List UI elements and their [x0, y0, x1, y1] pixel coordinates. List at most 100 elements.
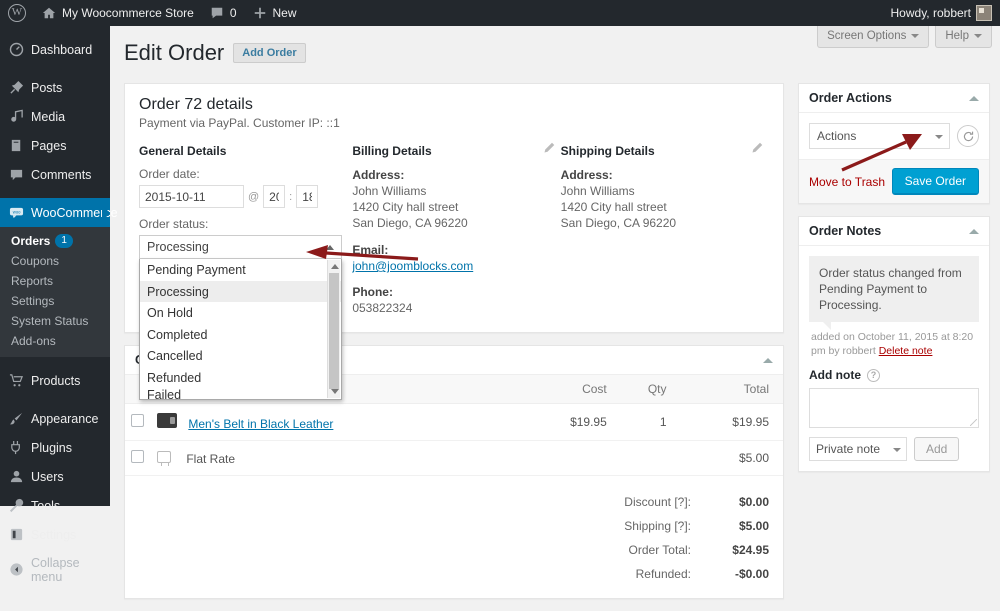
admin-bar: My Woocommerce Store 0 New Howdy, robber…: [0, 0, 1000, 26]
sidebar-item-settings-main[interactable]: Settings: [0, 520, 110, 549]
comments-menu[interactable]: 0: [202, 0, 245, 26]
sidebar-label: Settings: [31, 527, 77, 542]
scroll-down-arrow-icon[interactable]: [331, 389, 339, 394]
sidebar-item-dashboard[interactable]: Dashboard: [0, 35, 110, 64]
add-note-textarea[interactable]: [809, 388, 979, 428]
save-order-button[interactable]: Save Order: [891, 168, 979, 195]
panel-toggle-icon[interactable]: [763, 357, 773, 363]
billing-email-link[interactable]: john@joomblocks.com: [352, 259, 473, 273]
order-totals-table: Discount [?]: $0.00 Shipping [?]: $5.00 …: [624, 490, 769, 586]
collapse-menu-button[interactable]: Collapse menu: [0, 555, 110, 584]
side-column: Order Actions Actions Move to Trash Save…: [798, 83, 990, 484]
sidebar-item-system-status[interactable]: System Status: [0, 311, 110, 331]
billing-city: San Diego, CA 96220: [352, 216, 468, 230]
sidebar-label: Comments: [31, 167, 92, 182]
panel-toggle-icon[interactable]: [969, 228, 979, 234]
product-name-link[interactable]: Men's Belt in Black Leather: [188, 417, 333, 431]
wp-logo-menu[interactable]: [0, 0, 34, 26]
billing-name: John Williams: [352, 184, 427, 198]
order-actions-panel: Order Actions Actions Move to Trash Save…: [798, 83, 990, 204]
status-option-failed[interactable]: Failed: [140, 388, 341, 399]
pencil-icon[interactable]: [543, 142, 555, 157]
order-status-select[interactable]: Processing: [139, 235, 342, 259]
help-button[interactable]: Help: [935, 26, 992, 48]
scroll-up-arrow-icon[interactable]: [331, 264, 339, 269]
sidebar-item-pages[interactable]: Pages: [0, 131, 110, 160]
order-actions-select[interactable]: Actions: [809, 123, 950, 149]
sidebar-item-woocommerce[interactable]: woo WooCommerce: [0, 198, 118, 227]
delete-note-link[interactable]: Delete note: [879, 345, 933, 357]
sidebar-label: Products: [31, 373, 81, 388]
main-content-area: Screen Options Help Edit Order Add Order…: [110, 26, 1000, 599]
page-icon: [9, 138, 24, 153]
order-date-row: @ :: [139, 185, 352, 208]
add-note-label: Add note: [809, 368, 861, 382]
status-option-pending-payment[interactable]: Pending Payment: [140, 259, 341, 281]
add-note-button[interactable]: Add: [914, 437, 960, 461]
row-checkbox[interactable]: [131, 450, 144, 463]
my-account-menu[interactable]: Howdy, robbert: [883, 0, 1000, 26]
panel-toggle-icon[interactable]: [969, 95, 979, 101]
sidebar-item-reports[interactable]: Reports: [0, 271, 110, 291]
time-separator: :: [289, 190, 293, 203]
sidebar-item-orders[interactable]: Orders 1: [0, 231, 110, 251]
order-status-select-wrapper: Processing Pending Payment Processing On…: [139, 235, 342, 400]
order-minute-input[interactable]: [296, 185, 319, 208]
avatar: [976, 5, 992, 21]
refunded-label: Refunded:: [635, 567, 691, 581]
at-symbol: @: [248, 190, 260, 203]
svg-text:woo: woo: [13, 209, 21, 214]
sidebar-item-users[interactable]: Users: [0, 462, 110, 491]
move-to-trash-link[interactable]: Move to Trash: [809, 175, 885, 189]
order-notes-title: Order Notes: [809, 224, 882, 238]
screen-options-button[interactable]: Screen Options: [817, 26, 930, 48]
site-name-menu[interactable]: My Woocommerce Store: [34, 0, 202, 26]
status-option-refunded[interactable]: Refunded: [140, 367, 341, 389]
order-total-value: $24.95: [732, 543, 769, 557]
sidebar-item-products[interactable]: Products: [0, 366, 110, 395]
details-columns: General Details Order date: @ : Order st…: [139, 142, 769, 400]
woocommerce-submenu: Orders 1 Coupons Reports Settings System…: [0, 227, 110, 357]
note-type-select[interactable]: Private note: [809, 437, 907, 461]
help-icon[interactable]: ?: [867, 368, 880, 382]
content-column: Order 72 details Payment via PayPal. Cus…: [124, 83, 784, 611]
chevron-down-icon: [911, 34, 920, 38]
sidebar-item-plugins[interactable]: Plugins: [0, 433, 110, 462]
status-option-processing[interactable]: Processing: [140, 280, 341, 302]
sidebar-item-comments[interactable]: Comments: [0, 160, 110, 189]
order-status-selected-value: Processing: [147, 240, 209, 254]
status-option-on-hold[interactable]: On Hold: [140, 302, 341, 324]
order-hour-input[interactable]: [263, 185, 286, 208]
shipping-address-label: Address:: [560, 168, 613, 182]
row-checkbox[interactable]: [131, 414, 144, 427]
pencil-icon[interactable]: [751, 142, 763, 157]
product-cost: $19.95: [517, 403, 613, 441]
shipping-icon: [157, 450, 171, 466]
sidebar-item-appearance[interactable]: Appearance: [0, 404, 110, 433]
new-content-menu[interactable]: New: [245, 0, 305, 26]
scrollbar-thumb[interactable]: [329, 273, 339, 389]
billing-details-heading: Billing Details: [352, 144, 432, 158]
collapse-label: Collapse menu: [31, 555, 80, 584]
sidebar-item-add-ons[interactable]: Add-ons: [0, 331, 110, 351]
sidebar-item-posts[interactable]: Posts: [0, 73, 110, 102]
total-column-header: Total: [672, 375, 783, 404]
refresh-icon[interactable]: [957, 125, 979, 147]
order-date-input[interactable]: [139, 185, 244, 208]
sidebar-item-media[interactable]: Media: [0, 102, 110, 131]
add-order-button[interactable]: Add Order: [233, 43, 306, 63]
page-title: Edit Order: [124, 40, 225, 65]
order-notes-header: Order Notes: [799, 217, 989, 246]
general-details-column: General Details Order date: @ : Order st…: [139, 144, 352, 400]
note-text: Order status changed from Pending Paymen…: [809, 256, 979, 330]
brush-icon: [9, 411, 24, 426]
status-option-completed[interactable]: Completed: [140, 324, 341, 346]
sidebar-item-coupons[interactable]: Coupons: [0, 251, 110, 271]
order-date-label: Order date:: [139, 167, 200, 181]
status-option-cancelled[interactable]: Cancelled: [140, 345, 341, 367]
sidebar-label: Dashboard: [31, 42, 93, 57]
orders-count-badge: 1: [55, 234, 73, 248]
sidebar-item-settings[interactable]: Settings: [0, 291, 110, 311]
dropdown-scrollbar[interactable]: [327, 260, 340, 398]
billing-details-column: Billing Details Address: John Williams 1…: [352, 142, 560, 316]
